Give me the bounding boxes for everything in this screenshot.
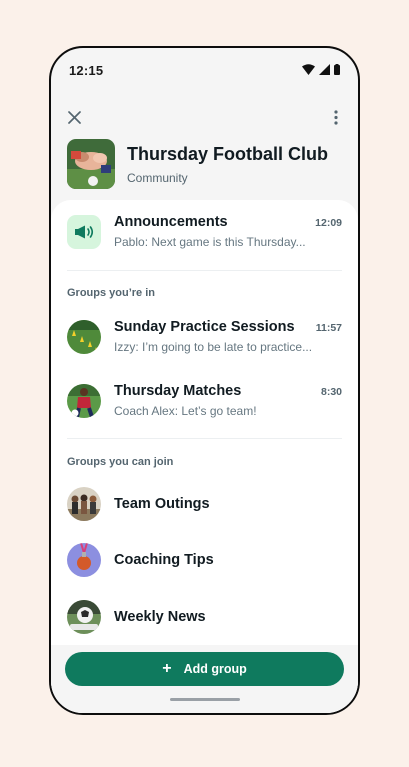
group-row-thursday-matches[interactable]: Thursday Matches 8:30 Coach Alex: Let’s … — [67, 383, 342, 418]
bottom-bar: + Add group — [51, 645, 358, 713]
group-preview: Izzy: I’m going to be late to practice..… — [114, 340, 313, 354]
group-avatar — [67, 487, 101, 521]
groups-sheet: Announcements 12:09 Pablo: Next game is … — [51, 200, 358, 713]
group-avatar — [67, 383, 101, 418]
group-preview: Coach Alex: Let’s go team! — [114, 404, 257, 418]
plus-icon: + — [162, 660, 172, 677]
community-title: Thursday Football Club — [127, 144, 328, 164]
status-time: 12:15 — [69, 63, 104, 78]
battery-icon — [334, 64, 340, 75]
status-icons — [302, 64, 340, 75]
group-name: Sunday Practice Sessions — [114, 319, 295, 335]
announcements-name: Announcements — [114, 214, 228, 230]
community-header: Thursday Football Club Community — [67, 138, 342, 190]
signal-icon — [319, 64, 330, 75]
group-time: 8:30 — [320, 386, 342, 398]
divider — [67, 270, 342, 271]
join-row-coaching-tips[interactable]: Coaching Tips — [67, 543, 342, 577]
megaphone-icon — [75, 225, 94, 238]
community-text: Thursday Football Club Community — [127, 143, 328, 185]
status-bar: 12:15 — [51, 48, 358, 94]
wifi-icon — [302, 64, 315, 75]
community-subtitle: Community — [127, 171, 188, 185]
announcements-content: Announcements 12:09 Pablo: Next game is … — [114, 214, 342, 249]
group-name: Thursday Matches — [114, 383, 242, 399]
announcements-row[interactable]: Announcements 12:09 Pablo: Next game is … — [67, 214, 342, 249]
join-row-team-outings[interactable]: Team Outings — [67, 487, 342, 521]
announcements-preview: Pablo: Next game is this Thursday... — [114, 235, 306, 249]
divider — [67, 438, 342, 439]
join-row-weekly-news[interactable]: Weekly News — [67, 600, 342, 634]
group-name: Weekly News — [114, 609, 206, 625]
group-time: 11:57 — [315, 322, 342, 334]
group-name: Coaching Tips — [114, 552, 214, 568]
group-content: Coaching Tips — [114, 551, 342, 569]
more-vertical-icon — [334, 109, 338, 125]
group-avatar — [67, 319, 101, 354]
group-avatar — [67, 543, 101, 577]
add-group-label: Add group — [183, 662, 247, 676]
group-name: Team Outings — [114, 496, 210, 512]
announcements-avatar — [67, 214, 101, 249]
more-options-button[interactable] — [328, 106, 344, 128]
group-row-sunday-practice[interactable]: Sunday Practice Sessions 11:57 Izzy: I’m… — [67, 319, 342, 354]
home-indicator[interactable] — [169, 698, 240, 701]
phone-frame: 12:15 Thursday Football Club Community A… — [49, 46, 360, 715]
close-icon — [67, 110, 81, 124]
add-group-button[interactable]: + Add group — [65, 652, 344, 686]
group-content: Thursday Matches 8:30 Coach Alex: Let’s … — [114, 383, 342, 418]
group-avatar — [67, 600, 101, 634]
announcements-time: 12:09 — [315, 217, 342, 229]
group-content: Weekly News — [114, 608, 342, 626]
community-avatar[interactable] — [67, 139, 115, 189]
section-groups-in: Groups you’re in — [67, 287, 156, 299]
group-content: Team Outings — [114, 495, 342, 513]
section-groups-join: Groups you can join — [67, 456, 174, 468]
group-content: Sunday Practice Sessions 11:57 Izzy: I’m… — [114, 319, 342, 354]
close-button[interactable] — [63, 106, 85, 128]
